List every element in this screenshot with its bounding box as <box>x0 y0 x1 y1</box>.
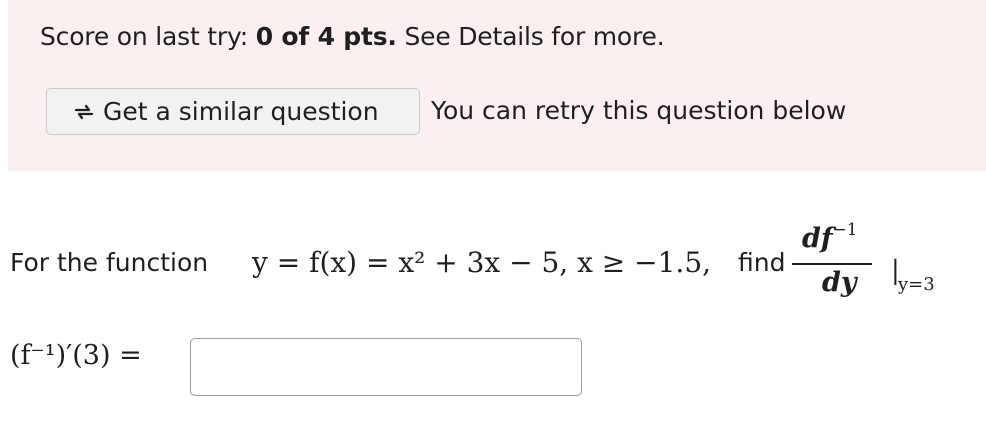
answer-label: (f⁻¹)′(3) = <box>10 340 142 371</box>
retry-note: You can retry this question below <box>431 96 847 125</box>
score-summary: Score on last try: 0 of 4 pts. See Detai… <box>40 22 665 51</box>
fraction-numerator: df−1 <box>802 220 858 254</box>
inverse-superscript: −1 <box>832 220 858 240</box>
fraction-bar <box>792 263 872 265</box>
answer-input[interactable] <box>190 338 582 396</box>
score-prefix: Score on last try: <box>40 22 256 51</box>
fraction-denominator: dy <box>822 267 857 298</box>
question-prefix: For the function <box>10 248 209 277</box>
retry-arrows-icon <box>74 104 94 119</box>
get-similar-question-button[interactable]: Get a similar question <box>46 88 420 135</box>
score-suffix: See Details for more. <box>396 22 665 51</box>
question-prompt: For the function y = f(x) = x² + 3x − 5,… <box>8 220 978 304</box>
score-panel: Score on last try: 0 of 4 pts. See Detai… <box>8 0 986 171</box>
question-find: find <box>738 248 786 277</box>
question-equation: y = f(x) = x² + 3x − 5, x ≥ −1.5, <box>252 246 712 279</box>
score-value: 0 of 4 pts. <box>255 22 397 51</box>
evaluation-point: y=3 <box>898 274 935 295</box>
get-similar-question-label: Get a similar question <box>103 97 379 126</box>
inverse-derivative-fraction: df−1 dy <box>792 220 872 304</box>
